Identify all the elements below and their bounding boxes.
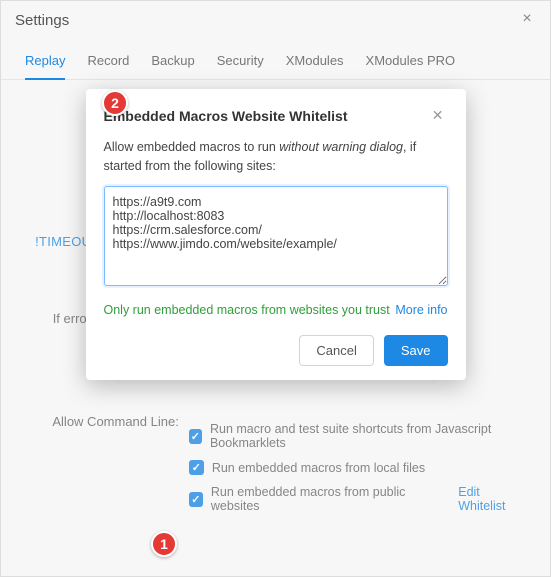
callout-badge-1: 1 [151,531,177,557]
close-icon[interactable]: × [518,11,536,29]
modal-sub-row: Only run embedded macros from websites y… [104,303,448,317]
modal-desc-em: without warning dialog [279,140,403,154]
callout-badge-2: 2 [102,90,128,116]
trust-note: Only run embedded macros from websites y… [104,303,390,317]
window-title: Settings [15,12,69,29]
chk-localfiles-row: Run embedded macros from local files [189,460,526,475]
edit-whitelist-link[interactable]: Edit Whitelist [458,485,526,513]
modal-description: Allow embedded macros to run without war… [104,138,448,176]
modal-desc-pre: Allow embedded macros to run [104,140,280,154]
tab-record[interactable]: Record [87,53,129,79]
tabs: Replay Record Backup Security XModules X… [1,39,550,80]
allow-cmdline-label[interactable]: Allow Command Line: [25,412,179,429]
modal-header: Embedded Macros Website Whitelist ✕ [104,105,448,126]
chk-bookmarklets-row: Run macro and test suite shortcuts from … [189,422,526,450]
settings-window: Settings × Replay Record Backup Security… [0,0,551,577]
modal-actions: Cancel Save [104,335,448,366]
checkbox-localfiles[interactable] [189,460,204,475]
chk-localfiles-label: Run embedded macros from local files [212,461,425,475]
checkbox-bookmarklets[interactable] [189,429,202,444]
modal-title: Embedded Macros Website Whitelist [104,108,348,124]
chk-bookmarklets-label: Run macro and test suite shortcuts from … [210,422,526,450]
save-button[interactable]: Save [384,335,448,366]
whitelist-textarea[interactable] [104,186,448,286]
checkbox-public-websites[interactable] [189,492,203,507]
tab-xmodules[interactable]: XModules [286,53,344,79]
tab-backup[interactable]: Backup [151,53,194,79]
tab-xmodules-pro[interactable]: XModules PRO [366,53,456,79]
tab-security[interactable]: Security [217,53,264,79]
tab-replay[interactable]: Replay [25,53,65,80]
chk-public-row: Run embedded macros from public websites… [189,485,526,513]
modal-close-icon[interactable]: ✕ [428,105,448,126]
more-info-link[interactable]: More info [395,303,447,317]
cmdline-row: Allow Command Line: Run macro and test s… [25,412,526,523]
titlebar: Settings × [1,1,550,39]
chk-public-label: Run embedded macros from public websites [211,485,442,513]
whitelist-modal: Embedded Macros Website Whitelist ✕ Allo… [86,89,466,380]
cancel-button[interactable]: Cancel [299,335,373,366]
